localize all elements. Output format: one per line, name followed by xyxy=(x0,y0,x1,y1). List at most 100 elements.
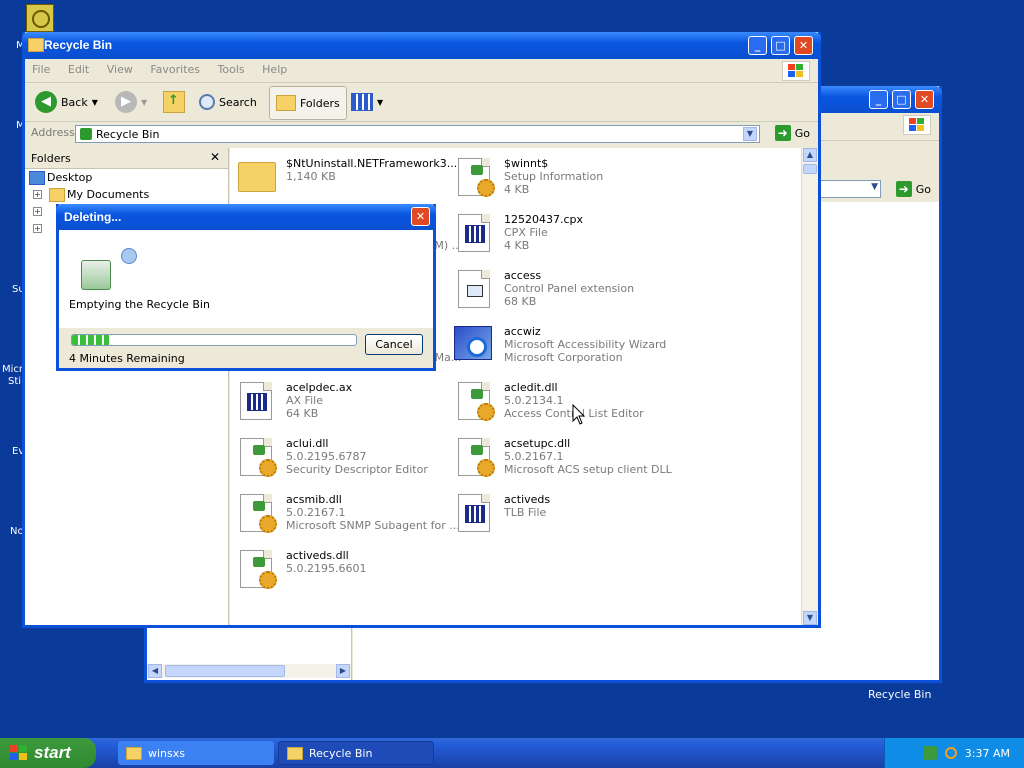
file-name: 12520437.cpx xyxy=(504,213,584,226)
desktop-recycle-bin-label[interactable]: Recycle Bin xyxy=(868,688,931,701)
expand-icon[interactable]: + xyxy=(33,224,42,233)
expand-icon[interactable]: + xyxy=(33,207,42,216)
folders-button[interactable]: Folders xyxy=(269,86,347,120)
folder-icon xyxy=(238,162,276,192)
scroll-up-icon[interactable]: ▲ xyxy=(803,148,817,162)
file-item[interactable]: activeds.dll 5.0.2195.6601 xyxy=(234,546,454,602)
file-item[interactable]: 12520437.cpx CPX File 4 KB xyxy=(452,210,672,266)
file-detail-2: Microsoft SNMP Subagent for ... xyxy=(286,519,460,532)
menu-view[interactable]: View xyxy=(100,59,140,80)
address-input[interactable]: Recycle Bin ▼ xyxy=(75,125,760,143)
menu-tools[interactable]: Tools xyxy=(211,59,252,80)
forward-button[interactable]: ▶ ▼ xyxy=(115,89,147,115)
folders-header: Folders ✕ xyxy=(25,148,228,169)
forward-dropdown-icon[interactable]: ▼ xyxy=(141,98,147,107)
dialog-message: Emptying the Recycle Bin xyxy=(69,298,210,311)
minimize-button[interactable]: _ xyxy=(748,36,767,55)
windows-flag-icon xyxy=(10,745,28,761)
tray-search-icon[interactable] xyxy=(944,747,957,759)
back-button[interactable]: ◀ Back ▼ xyxy=(35,89,98,115)
file-name: $winnt$ xyxy=(504,157,549,170)
file-item[interactable]: $winnt$ Setup Information 4 KB xyxy=(452,154,672,210)
search-button[interactable]: Search xyxy=(199,89,257,115)
file-detail: 5.0.2195.6601 xyxy=(286,562,367,575)
file-name: acelpdec.ax xyxy=(286,381,353,394)
expand-icon[interactable]: + xyxy=(33,190,42,199)
bg-close-button[interactable]: ✕ xyxy=(915,90,934,109)
desktop-label-5: Sti xyxy=(8,376,22,387)
scroll-right-icon[interactable]: ▶ xyxy=(336,664,350,678)
windows-logo-icon xyxy=(782,61,810,81)
address-dropdown-icon[interactable]: ▼ xyxy=(743,127,757,141)
bg-hscroll-thumb[interactable] xyxy=(165,665,285,677)
views-button[interactable]: ▼ xyxy=(351,89,383,115)
bg-minimize-button[interactable]: _ xyxy=(869,90,888,109)
back-dropdown-icon[interactable]: ▼ xyxy=(92,98,98,107)
deleting-dialog[interactable]: Deleting... ✕ Emptying the Recycle Bin 4… xyxy=(56,204,436,371)
dialog-close-button[interactable]: ✕ xyxy=(411,207,430,226)
bg-hscroll[interactable]: ◀ ▶ xyxy=(147,664,351,678)
file-item[interactable]: acsetupc.dll 5.0.2167.1 Microsoft ACS setu… xyxy=(452,434,672,490)
close-folders-icon[interactable]: ✕ xyxy=(210,150,220,164)
close-button[interactable]: ✕ xyxy=(794,36,813,55)
system-file-icon xyxy=(458,214,490,252)
bg-maximize-button[interactable]: □ xyxy=(892,90,911,109)
up-folder-button[interactable]: ↑ xyxy=(163,89,185,115)
file-detail-2: 64 KB xyxy=(286,407,319,420)
start-button[interactable]: start xyxy=(0,738,96,768)
task-winsxs[interactable]: winsxs xyxy=(118,741,274,765)
file-detail-2: Security Descriptor Editor xyxy=(286,463,428,476)
desktop-shortcut-icon[interactable] xyxy=(26,4,54,32)
file-item[interactable]: acledit.dll 5.0.2134.1 Access Control List… xyxy=(452,378,672,434)
dialog-titlebar[interactable]: Deleting... ✕ xyxy=(56,204,436,230)
task-recycle-bin[interactable]: Recycle Bin xyxy=(278,741,434,765)
window-title: Recycle Bin xyxy=(44,38,113,52)
menu-help[interactable]: Help xyxy=(255,59,294,80)
bg-address-dropdown-icon[interactable]: ▼ xyxy=(871,182,878,192)
address-label: Address xyxy=(31,126,75,139)
file-name: acsetupc.dll xyxy=(504,437,571,450)
file-detail: 5.0.2167.1 xyxy=(286,506,346,519)
file-detail-2: 4 KB xyxy=(504,183,530,196)
delete-progress-fill xyxy=(72,335,109,345)
file-item[interactable]: activeds TLB File xyxy=(452,490,672,546)
file-detail: 1,140 KB xyxy=(286,170,336,183)
tree-item-my-documents[interactable]: + My Documents xyxy=(25,186,228,203)
up-folder-icon: ↑ xyxy=(163,91,185,113)
tree-item-desktop[interactable]: Desktop xyxy=(25,169,228,186)
system-file-icon xyxy=(240,382,272,420)
scroll-left-icon[interactable]: ◀ xyxy=(148,664,162,678)
file-detail-2: Microsoft ACS setup client DLL xyxy=(504,463,672,476)
accessibility-wizard-icon xyxy=(454,326,492,360)
dll-file-icon xyxy=(240,550,277,589)
search-icon xyxy=(199,94,215,110)
time-remaining: 4 Minutes Remaining xyxy=(69,352,185,365)
file-item[interactable]: aclui.dll 5.0.2195.6787 Security Descripto… xyxy=(234,434,454,490)
vscroll-thumb[interactable] xyxy=(803,164,817,174)
file-list-vscroll[interactable]: ▲ ▼ xyxy=(801,148,818,625)
file-name: aclui.dll xyxy=(286,437,329,450)
menu-favorites[interactable]: Favorites xyxy=(143,59,207,80)
file-item[interactable]: acsmib.dll 5.0.2167.1 Microsoft SNMP Subag… xyxy=(234,490,460,546)
file-item[interactable]: acelpdec.ax AX File 64 KB xyxy=(234,378,454,434)
addressbar: Address Recycle Bin ▼ ➜ Go xyxy=(25,122,818,146)
file-item[interactable]: $NtUninstall.NETFramework3.... 1,140 KB xyxy=(234,154,461,210)
views-dropdown-icon[interactable]: ▼ xyxy=(377,98,383,107)
cancel-button[interactable]: Cancel xyxy=(365,334,423,355)
toolbar: ◀ Back ▼ ▶ ▼ ↑ Search Folders ▼ xyxy=(25,83,818,122)
go-arrow-icon: ➜ xyxy=(774,125,791,141)
scroll-down-icon[interactable]: ▼ xyxy=(803,611,817,625)
file-name: activeds.dll xyxy=(286,549,349,562)
dll-file-icon xyxy=(240,494,277,533)
system-file-icon xyxy=(458,494,490,532)
network-icon[interactable] xyxy=(922,746,937,760)
dll-file-icon xyxy=(240,438,277,477)
go-button[interactable]: ➜ Go xyxy=(774,125,810,141)
maximize-button[interactable]: □ xyxy=(771,36,790,55)
file-item[interactable]: access Control Panel extension 68 KB xyxy=(452,266,672,322)
menu-edit[interactable]: Edit xyxy=(61,59,96,80)
menu-file[interactable]: File xyxy=(25,59,57,80)
file-item[interactable]: accwiz Microsoft Accessibility Wizard Micr… xyxy=(452,322,672,378)
recycle-bin-titlebar[interactable]: Recycle Bin _ □ ✕ xyxy=(22,32,821,59)
bg-go-button[interactable]: ➜ Go xyxy=(895,181,931,197)
